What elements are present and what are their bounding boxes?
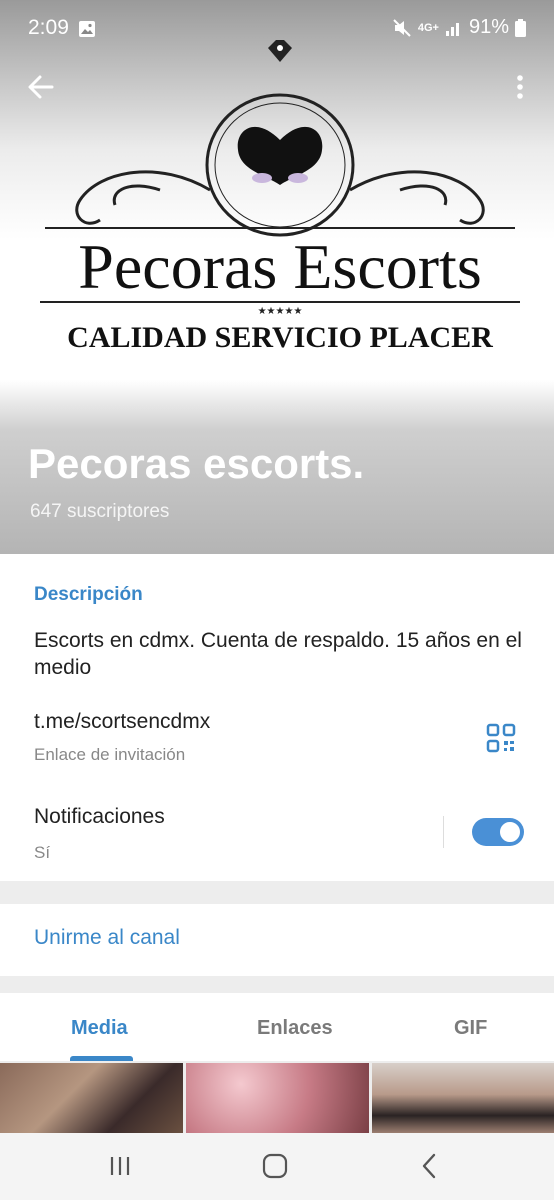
media-tabs: Media Enlaces GIF [0, 993, 554, 1061]
home-icon[interactable] [255, 1149, 295, 1183]
status-time: 2:09 [28, 16, 69, 39]
media-grid [0, 1063, 554, 1133]
description-header: Descripción [34, 584, 143, 605]
mute-icon [393, 18, 411, 37]
qr-code-icon[interactable] [485, 722, 517, 754]
tab-media[interactable]: Media [71, 1017, 128, 1040]
network-type: 4G+ [417, 21, 439, 34]
tab-gif[interactable]: GIF [454, 1017, 487, 1040]
subscriber-count: 647 suscriptores [30, 501, 170, 522]
channel-header: 2:09 4G+ 91% Pecoras Escorts ★★★★★ CALID… [0, 0, 554, 554]
notifications-value: Sí [34, 843, 51, 862]
channel-name: Pecoras escorts. [28, 440, 365, 487]
back-nav-icon[interactable] [410, 1149, 450, 1183]
battery-icon [515, 18, 526, 37]
invite-link-label: Enlace de invitación [34, 745, 186, 764]
tab-links[interactable]: Enlaces [257, 1017, 333, 1040]
battery-percent: 91% [468, 16, 509, 38]
media-thumbnail[interactable] [372, 1063, 554, 1133]
signal-icon [445, 22, 459, 36]
svg-text:★★★★★: ★★★★★ [258, 306, 303, 317]
gallery-icon [79, 21, 95, 37]
system-nav-bar [0, 1133, 554, 1200]
notifications-label: Notificaciones [34, 805, 165, 828]
media-thumbnail[interactable] [186, 1063, 369, 1133]
recent-apps-icon[interactable] [100, 1149, 140, 1183]
invite-link[interactable]: t.me/scortsencdmx [34, 710, 210, 734]
join-channel-button[interactable]: Unirme al canal [0, 904, 554, 976]
description-text: Escorts en cdmx. Cuenta de respaldo. 15 … [34, 629, 522, 679]
channel-info-panel: Descripción Escorts en cdmx. Cuenta de r… [0, 554, 554, 881]
logo-title: Pecoras Escorts [78, 231, 481, 302]
logo-tagline: CALIDAD SERVICIO PLACER [67, 321, 493, 354]
active-tab-indicator [70, 1056, 133, 1061]
media-thumbnail[interactable] [0, 1063, 183, 1133]
vertical-divider [443, 816, 444, 848]
toggle-knob [498, 820, 522, 844]
join-channel-label: Unirme al canal [34, 926, 180, 949]
channel-logo: Pecoras Escorts ★★★★★ CALIDAD SERVICIO P… [40, 40, 520, 354]
notifications-toggle[interactable] [472, 818, 524, 846]
